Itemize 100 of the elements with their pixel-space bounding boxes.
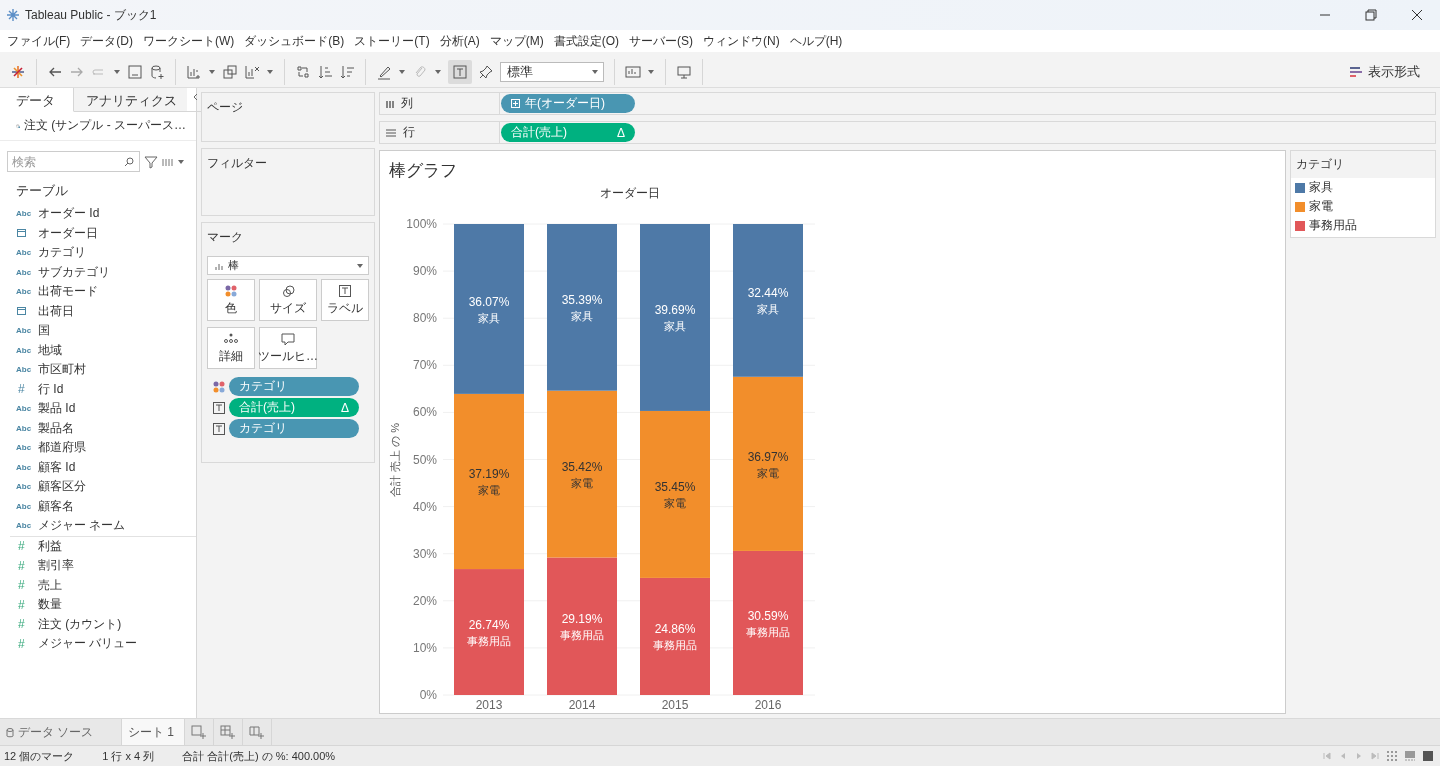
field-name[interactable]: 注文 (カウント) — [38, 615, 122, 633]
sort-ascending-icon[interactable] — [317, 63, 333, 80]
menu-item[interactable]: ヘルプ(H) — [784, 32, 848, 50]
mark-property-button[interactable]: 詳細 — [207, 327, 255, 369]
caret-icon[interactable] — [208, 67, 216, 76]
field-name[interactable]: 行 Id — [38, 380, 64, 398]
data-label: 24.86% — [654, 622, 696, 637]
axis-tick-label: 2014 — [568, 698, 596, 712]
single-view-icon[interactable] — [1422, 750, 1434, 762]
caret-icon[interactable] — [647, 67, 655, 76]
pin-icon[interactable] — [478, 63, 494, 80]
axis-tick-label: 20% — [412, 593, 437, 608]
field-name[interactable]: 利益 — [38, 537, 62, 555]
field-name[interactable]: 出荷日 — [38, 302, 74, 320]
new-datasource-icon[interactable] — [149, 63, 165, 80]
close-icon[interactable] — [1410, 8, 1424, 22]
new-worksheet-icon[interactable] — [191, 724, 207, 740]
field-type-label: # — [18, 578, 25, 593]
delta-label: Δ — [341, 400, 349, 415]
field-name[interactable]: 売上 — [38, 576, 62, 594]
mark-property-button[interactable]: サイズ — [259, 279, 317, 321]
field-name[interactable]: 顧客名 — [38, 497, 74, 515]
legend-label[interactable]: 家電 — [1309, 198, 1333, 215]
collapse-chevron-icon[interactable] — [191, 92, 199, 102]
field-name[interactable]: 製品名 — [38, 419, 74, 437]
field-name[interactable]: 割引率 — [38, 557, 74, 575]
field-name[interactable]: オーダー Id — [38, 205, 100, 223]
field-type-label: Abc — [16, 423, 32, 433]
field-name[interactable]: メジャー バリュー — [38, 635, 138, 653]
search-field[interactable]: 検索 — [7, 151, 140, 172]
axis-tick-label: 10% — [412, 640, 437, 655]
text-label-icon — [339, 285, 351, 297]
restore-icon[interactable] — [1364, 8, 1378, 22]
clear-sheet-icon[interactable] — [244, 63, 260, 80]
caret-icon[interactable] — [113, 67, 121, 76]
mark-property-button[interactable]: ラベル — [321, 279, 369, 321]
field-name[interactable]: 顧客区分 — [38, 478, 86, 496]
menu-item[interactable]: ストーリー(T) — [349, 32, 435, 50]
menu-item[interactable]: ウィンドウ(N) — [698, 32, 785, 50]
menu-item[interactable]: データ(D) — [75, 32, 138, 50]
field-name[interactable]: 製品 Id — [38, 400, 76, 418]
caret-icon[interactable] — [434, 67, 442, 76]
mark-property-button[interactable]: 色 — [207, 279, 255, 321]
menu-item[interactable]: ダッシュボード(B) — [239, 32, 350, 50]
show-labels-button[interactable] — [448, 59, 472, 84]
field-type-label: Abc — [16, 209, 32, 219]
field-name[interactable]: 顧客 Id — [38, 458, 76, 476]
mark-type-dropdown[interactable]: 棒 — [207, 256, 369, 275]
data-label: 事務用品 — [746, 625, 790, 638]
field-name[interactable]: 出荷モード — [38, 283, 98, 301]
save-icon[interactable] — [127, 63, 143, 80]
menu-item[interactable]: サーバー(S) — [624, 32, 698, 50]
shelf-title: マーク — [207, 229, 244, 246]
data-label: 家具 — [757, 303, 779, 316]
new-story-icon[interactable] — [249, 724, 265, 740]
sheet-tab[interactable]: シート 1 — [122, 719, 185, 745]
axis-title: オーダー日 — [600, 186, 660, 200]
datasource-name[interactable]: 注文 (サンプル - スーパース… — [24, 117, 186, 134]
show-me-button[interactable]: 表示形式 — [1339, 60, 1430, 83]
show-cards-icon[interactable] — [625, 63, 641, 80]
axis-tick-label: 30% — [412, 546, 437, 561]
field-name[interactable]: オーダー日 — [38, 224, 98, 242]
fit-dropdown[interactable]: 標準 — [500, 61, 604, 82]
field-type-label: # — [18, 558, 25, 573]
field-type-label: # — [18, 382, 25, 397]
speech-bubble-icon — [281, 333, 295, 346]
grid-view-icon[interactable] — [1386, 750, 1398, 762]
menu-item[interactable]: ワークシート(W) — [138, 32, 240, 50]
field-name[interactable]: サブカテゴリ — [38, 263, 110, 281]
caret-icon[interactable] — [398, 67, 406, 76]
caret-icon[interactable] — [177, 157, 185, 166]
caret-icon[interactable] — [266, 67, 274, 76]
data-label: 32.44% — [747, 286, 789, 301]
new-dashboard-icon[interactable] — [220, 724, 236, 740]
field-name[interactable]: カテゴリ — [38, 244, 86, 262]
data-label: 30.59% — [747, 608, 789, 623]
menu-item[interactable]: 書式設定(O) — [548, 32, 624, 50]
new-worksheet-icon[interactable] — [186, 63, 202, 80]
duplicate-icon[interactable] — [222, 63, 238, 80]
sort-descending-icon[interactable] — [339, 63, 355, 80]
data-label: 36.07% — [468, 294, 510, 309]
field-type-label: # — [18, 597, 25, 612]
field-name[interactable]: 数量 — [38, 596, 62, 614]
legend-label[interactable]: 事務用品 — [1309, 217, 1357, 234]
menu-item[interactable]: マップ(M) — [484, 32, 549, 50]
filmstrip-view-icon[interactable] — [1404, 750, 1416, 762]
filter-icon[interactable] — [144, 154, 158, 169]
swap-icon[interactable] — [295, 63, 311, 80]
menu-item[interactable]: ファイル(F) — [2, 32, 76, 50]
field-name[interactable]: メジャー ネーム — [38, 517, 126, 535]
pane-tab[interactable]: アナリティクス — [74, 88, 187, 112]
field-type-label: Abc — [16, 404, 32, 414]
presentation-icon[interactable] — [676, 63, 692, 80]
field-name[interactable]: 国 — [38, 322, 50, 340]
legend-label[interactable]: 家具 — [1309, 179, 1333, 196]
field-name[interactable]: 市区町村 — [38, 361, 86, 379]
mark-property-button[interactable]: ツールヒ… — [259, 327, 317, 369]
field-name[interactable]: 都道府県 — [38, 439, 86, 457]
menu-item[interactable]: 分析(A) — [434, 32, 485, 50]
field-name[interactable]: 地域 — [38, 341, 62, 359]
